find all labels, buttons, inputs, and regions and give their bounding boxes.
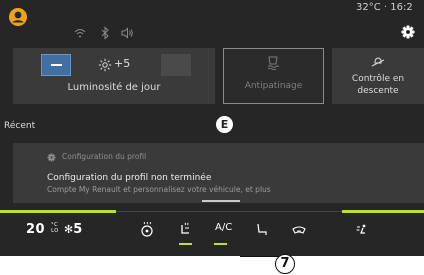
divider-line xyxy=(116,211,342,212)
callout-number-7: 7 xyxy=(275,254,295,274)
seat-heat-icon[interactable] xyxy=(177,222,193,238)
settings-gear-icon[interactable] xyxy=(400,24,416,40)
temperature-unit: °C LO xyxy=(51,222,59,234)
traction-control-label: Antipatinage xyxy=(244,81,303,91)
user-icon[interactable] xyxy=(8,7,28,27)
traction-control-button[interactable]: Antipatinage xyxy=(223,48,324,104)
climate-bar: 20 °C LO ✻5 A/C xyxy=(0,210,424,256)
hill-descent-icon xyxy=(371,57,385,67)
hill-descent-label: Contrôle en descente xyxy=(332,73,424,97)
profile-setup-card[interactable]: Configuration du profil Configuration du… xyxy=(13,143,424,203)
volume-icon xyxy=(121,27,133,39)
defrost-icon[interactable] xyxy=(291,222,307,238)
drawer-handle[interactable] xyxy=(202,200,240,202)
wifi-icon xyxy=(74,29,86,38)
temperature-value: 20 xyxy=(26,222,46,237)
accent-line-right xyxy=(342,210,424,213)
ac-button[interactable]: A/C xyxy=(215,222,232,233)
fan-speed[interactable]: ✻5 xyxy=(64,222,82,238)
brightness-tile: +5 Luminosité de jour xyxy=(13,48,215,104)
profile-card-title: Configuration du profil non terminée xyxy=(47,173,212,183)
brightness-value: +5 xyxy=(114,57,131,70)
accent-line-left xyxy=(0,210,116,213)
brightness-label: Luminosité de jour xyxy=(67,82,161,93)
fan-icon: ✻ xyxy=(64,223,74,236)
outside-temperature: 32°C xyxy=(356,2,381,13)
profile-card-header: Configuration du profil xyxy=(62,152,147,161)
infotainment-screen: 32°C · 16:2 +5 Luminosité de jour Antipa… xyxy=(0,0,424,256)
seat-heat-indicator xyxy=(179,243,192,245)
hill-descent-button[interactable]: Contrôle en descente xyxy=(332,48,424,104)
annotation-marker-e: E xyxy=(216,116,233,133)
callout-leader-line xyxy=(240,256,280,257)
hill-descent-label-line2: descente xyxy=(357,86,399,96)
profile-card-subtitle: Compte My Renault et personnalisez votre… xyxy=(47,185,271,194)
brightness-minus-button[interactable] xyxy=(41,54,71,76)
temperature-time: 32°C · 16:2 xyxy=(356,2,424,13)
clock: 16:2 xyxy=(390,2,413,13)
traction-control-icon xyxy=(267,56,280,70)
fan-speed-value: 5 xyxy=(73,222,83,237)
hill-descent-label-line1: Contrôle en xyxy=(351,74,405,84)
driver-temperature[interactable]: 20 °C LO xyxy=(26,222,59,238)
air-flow-icon[interactable] xyxy=(355,222,371,238)
status-bar: 32°C · 16:2 xyxy=(0,0,424,46)
separator: · xyxy=(383,2,388,13)
steering-heat-icon[interactable] xyxy=(139,222,155,238)
temperature-unit-bottom: LO xyxy=(51,228,59,234)
brightness-plus-button[interactable] xyxy=(161,54,191,76)
bluetooth-icon xyxy=(101,26,109,40)
gear-icon xyxy=(47,153,56,162)
recent-section-label: Récent xyxy=(4,121,36,131)
ac-indicator xyxy=(214,243,227,245)
seat-icon[interactable] xyxy=(253,222,269,238)
sun-icon xyxy=(98,58,112,72)
